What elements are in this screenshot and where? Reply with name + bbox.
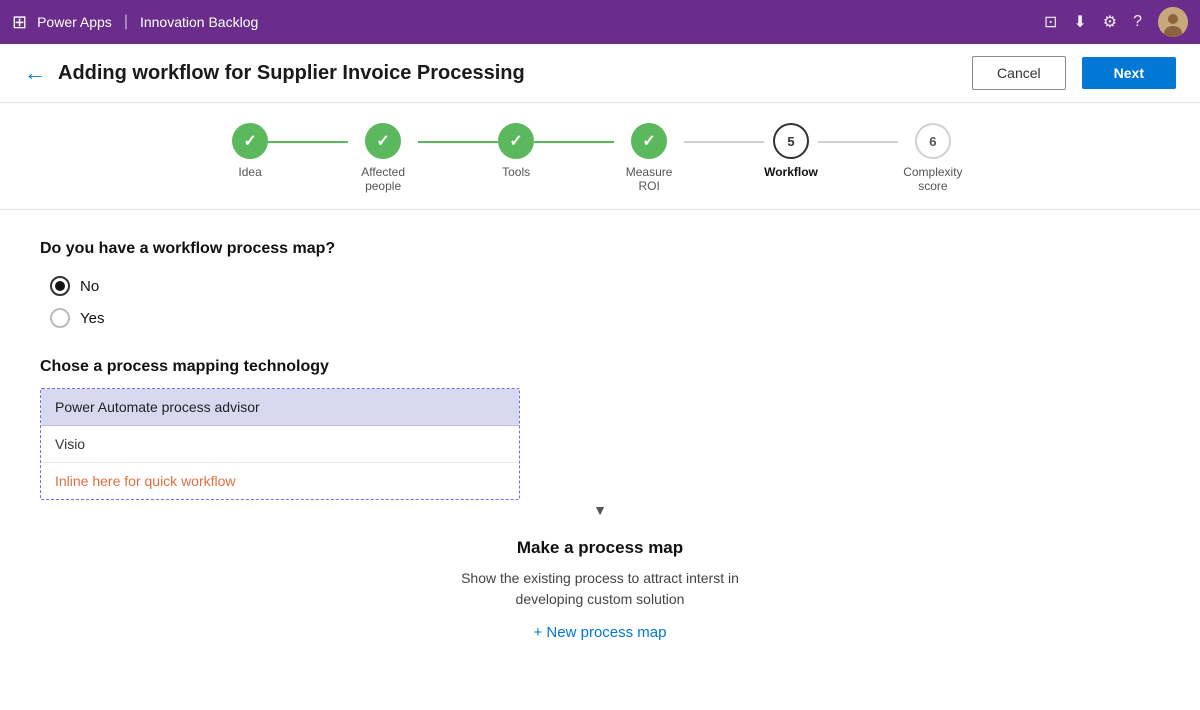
radio-inner-no [55, 281, 65, 291]
inline-option-label: Inline here for quick workflow [55, 473, 236, 489]
grid-icon[interactable]: ⊞ [12, 12, 27, 33]
visio-option-label: Visio [55, 436, 85, 452]
workflow-question-label: Do you have a workflow process map? [40, 240, 1160, 258]
step-circle-affected-people[interactable]: ✓ [365, 123, 401, 159]
stepper: ✓ Idea ✓ Affected people ✓ Tools ✓ Measu… [0, 103, 1200, 210]
dropdown-arrow: ▼ [40, 502, 1160, 518]
page-header: ← Adding workflow for Supplier Invoice P… [0, 44, 1200, 103]
dropdown-selected-option[interactable]: Power Automate process advisor [41, 389, 519, 426]
process-mapping-dropdown[interactable]: Power Automate process advisor Visio Inl… [40, 388, 520, 500]
radio-label-yes: Yes [80, 310, 104, 327]
help-icon[interactable]: ? [1133, 13, 1142, 31]
topbar-separator: | [124, 13, 128, 31]
checkmark-tools: ✓ [509, 131, 522, 151]
step-label-measure-roi: Measure ROI [614, 165, 684, 193]
avatar[interactable] [1158, 7, 1188, 37]
step-circle-measure-roi[interactable]: ✓ [631, 123, 667, 159]
radio-outer-yes [50, 308, 70, 328]
topbar-right-actions: ⊡ ⬇ ⚙ ? [1044, 7, 1188, 37]
checkmark-idea: ✓ [243, 131, 256, 151]
connector-4-5 [684, 141, 764, 143]
workflow-radio-group: No Yes [40, 276, 1160, 328]
dropdown-option-inline[interactable]: Inline here for quick workflow [41, 463, 519, 499]
step-number-complexity-score: 6 [929, 134, 936, 149]
screen-icon[interactable]: ⊡ [1044, 12, 1057, 32]
step-label-workflow: Workflow [764, 165, 818, 179]
step-label-complexity-score: Complexity score [898, 165, 968, 193]
connector-5-6 [818, 141, 898, 143]
step-tools: ✓ Tools [498, 123, 534, 179]
process-map-title: Make a process map [40, 538, 1160, 558]
page-title: Adding workflow for Supplier Invoice Pro… [58, 62, 960, 85]
section-name: Innovation Backlog [140, 14, 258, 30]
main-content: Do you have a workflow process map? No Y… [0, 210, 1200, 662]
back-button[interactable]: ← [24, 62, 46, 84]
step-affected-people: ✓ Affected people [348, 123, 418, 193]
connector-2-3 [418, 141, 498, 143]
process-map-section: Make a process map Show the existing pro… [40, 538, 1160, 642]
cancel-button[interactable]: Cancel [972, 56, 1066, 90]
dropdown-option-visio[interactable]: Visio [41, 426, 519, 463]
step-circle-complexity-score[interactable]: 6 [915, 123, 951, 159]
topbar: ⊞ Power Apps | Innovation Backlog ⊡ ⬇ ⚙ … [0, 0, 1200, 44]
step-circle-workflow[interactable]: 5 [773, 123, 809, 159]
step-measure-roi: ✓ Measure ROI [614, 123, 684, 193]
radio-outer-no [50, 276, 70, 296]
settings-icon[interactable]: ⚙ [1103, 12, 1117, 32]
app-name: Power Apps [37, 14, 112, 30]
download-icon[interactable]: ⬇ [1073, 12, 1086, 32]
radio-label-no: No [80, 278, 99, 295]
new-process-map-button[interactable]: + New process map [534, 624, 667, 641]
step-label-tools: Tools [502, 165, 530, 179]
step-complexity-score: 6 Complexity score [898, 123, 968, 193]
process-map-desc: Show the existing process to attract int… [40, 568, 1160, 610]
step-circle-idea[interactable]: ✓ [232, 123, 268, 159]
connector-1-2 [268, 141, 348, 143]
step-label-affected-people: Affected people [348, 165, 418, 193]
selected-option-label: Power Automate process advisor [55, 399, 260, 415]
step-workflow: 5 Workflow [764, 123, 818, 179]
step-label-idea: Idea [238, 165, 261, 179]
step-number-workflow: 5 [787, 134, 794, 149]
step-circle-tools[interactable]: ✓ [498, 123, 534, 159]
next-button[interactable]: Next [1082, 57, 1176, 89]
connector-3-4 [534, 141, 614, 143]
process-mapping-label: Chose a process mapping technology [40, 358, 1160, 376]
checkmark-measure-roi: ✓ [642, 131, 655, 151]
radio-option-no[interactable]: No [50, 276, 1160, 296]
radio-option-yes[interactable]: Yes [50, 308, 1160, 328]
step-idea: ✓ Idea [232, 123, 268, 179]
checkmark-affected-people: ✓ [376, 131, 389, 151]
